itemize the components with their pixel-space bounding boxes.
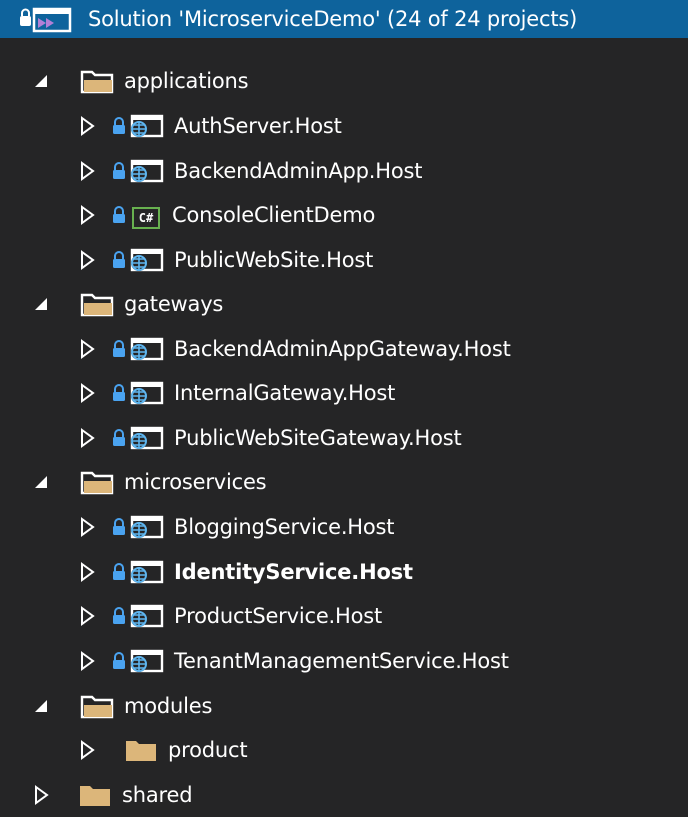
- folder-modules[interactable]: modules: [0, 684, 688, 728]
- solution-explorer-tree: Solution 'MicroserviceDemo' (24 of 24 pr…: [0, 0, 688, 816]
- web-project-icon: [128, 380, 164, 406]
- project-public-web-site[interactable]: PublicWebSite.Host: [0, 238, 688, 282]
- web-project-icon: [128, 247, 164, 273]
- folder-label: microservices: [124, 470, 267, 494]
- project-tenant-management-service[interactable]: TenantManagementService.Host: [0, 639, 688, 683]
- expanded-arrow-icon[interactable]: [32, 71, 52, 91]
- folder-microservices[interactable]: microservices: [0, 460, 688, 504]
- project-label: ProductService.Host: [174, 604, 383, 628]
- project-identity-service[interactable]: IdentityService.Host: [0, 550, 688, 594]
- folder-open-icon: [80, 693, 114, 719]
- web-project-icon: [128, 113, 164, 139]
- folder-product[interactable]: product: [0, 728, 688, 772]
- project-auth-server[interactable]: AuthServer.Host: [0, 104, 688, 148]
- collapsed-arrow-icon[interactable]: [78, 339, 98, 359]
- web-project-icon: [128, 336, 164, 362]
- lock-icon: [112, 652, 126, 670]
- collapsed-arrow-icon[interactable]: [78, 116, 98, 136]
- expanded-arrow-icon[interactable]: [32, 472, 52, 492]
- project-public-web-site-gateway[interactable]: PublicWebSiteGateway.Host: [0, 416, 688, 460]
- project-product-service[interactable]: ProductService.Host: [0, 594, 688, 638]
- lock-icon: [112, 117, 126, 135]
- lock-icon: [112, 607, 126, 625]
- project-label: PublicWebSiteGateway.Host: [174, 426, 462, 450]
- project-label: BloggingService.Host: [174, 515, 395, 539]
- collapsed-arrow-icon[interactable]: [78, 250, 98, 270]
- web-project-icon: [128, 158, 164, 184]
- lock-icon: [112, 340, 126, 358]
- collapsed-arrow-icon[interactable]: [78, 606, 98, 626]
- folder-gateways[interactable]: gateways: [0, 282, 688, 326]
- csharp-badge: C#: [132, 207, 160, 229]
- folder-label: applications: [124, 69, 249, 93]
- collapsed-arrow-icon[interactable]: [78, 562, 98, 582]
- csharp-project-icon: C#: [132, 193, 160, 237]
- collapsed-arrow-icon[interactable]: [78, 161, 98, 181]
- lock-icon: [112, 206, 126, 224]
- folder-label: shared: [122, 783, 193, 807]
- web-project-icon: [128, 648, 164, 674]
- folder-closed-icon: [124, 737, 158, 763]
- startup-project-label: IdentityService.Host: [174, 560, 413, 584]
- project-label: InternalGateway.Host: [174, 381, 396, 405]
- collapsed-arrow-icon[interactable]: [78, 383, 98, 403]
- project-label: TenantManagementService.Host: [174, 649, 509, 673]
- folder-open-icon: [80, 291, 114, 317]
- collapsed-arrow-icon[interactable]: [78, 517, 98, 537]
- project-label: BackendAdminAppGateway.Host: [174, 337, 511, 361]
- project-label: ConsoleClientDemo: [172, 203, 376, 227]
- folder-label: gateways: [124, 292, 224, 316]
- lock-icon: [112, 429, 126, 447]
- project-console-client-demo[interactable]: C# ConsoleClientDemo: [0, 193, 688, 237]
- collapsed-arrow-icon[interactable]: [78, 740, 98, 760]
- collapsed-arrow-icon[interactable]: [32, 785, 52, 805]
- expanded-arrow-icon[interactable]: [32, 696, 52, 716]
- project-label: PublicWebSite.Host: [174, 248, 374, 272]
- folder-closed-icon: [78, 782, 112, 808]
- project-backend-admin-app-gateway[interactable]: BackendAdminAppGateway.Host: [0, 327, 688, 371]
- folder-label: product: [168, 738, 248, 762]
- project-blogging-service[interactable]: BloggingService.Host: [0, 505, 688, 549]
- lock-icon: [112, 162, 126, 180]
- project-label: AuthServer.Host: [174, 114, 342, 138]
- folder-applications[interactable]: applications: [0, 59, 688, 103]
- folder-open-icon: [80, 68, 114, 94]
- web-project-icon: [128, 603, 164, 629]
- web-project-icon: [128, 559, 164, 585]
- solution-node[interactable]: Solution 'MicroserviceDemo' (24 of 24 pr…: [0, 0, 688, 38]
- lock-icon: [112, 384, 126, 402]
- web-project-icon: [128, 425, 164, 451]
- lock-icon: [112, 563, 126, 581]
- project-internal-gateway[interactable]: InternalGateway.Host: [0, 371, 688, 415]
- folder-open-icon: [80, 469, 114, 495]
- project-backend-admin-app[interactable]: BackendAdminApp.Host: [0, 149, 688, 193]
- web-project-icon: [128, 514, 164, 540]
- folder-label: modules: [124, 694, 213, 718]
- solution-icon: [14, 4, 76, 34]
- lock-icon: [112, 251, 126, 269]
- folder-shared[interactable]: shared: [0, 773, 688, 817]
- solution-label: Solution 'MicroserviceDemo' (24 of 24 pr…: [88, 7, 578, 31]
- collapsed-arrow-icon[interactable]: [78, 205, 98, 225]
- collapsed-arrow-icon[interactable]: [78, 428, 98, 448]
- collapsed-arrow-icon[interactable]: [78, 651, 98, 671]
- expanded-arrow-icon[interactable]: [32, 294, 52, 314]
- lock-icon: [112, 518, 126, 536]
- project-label: BackendAdminApp.Host: [174, 159, 423, 183]
